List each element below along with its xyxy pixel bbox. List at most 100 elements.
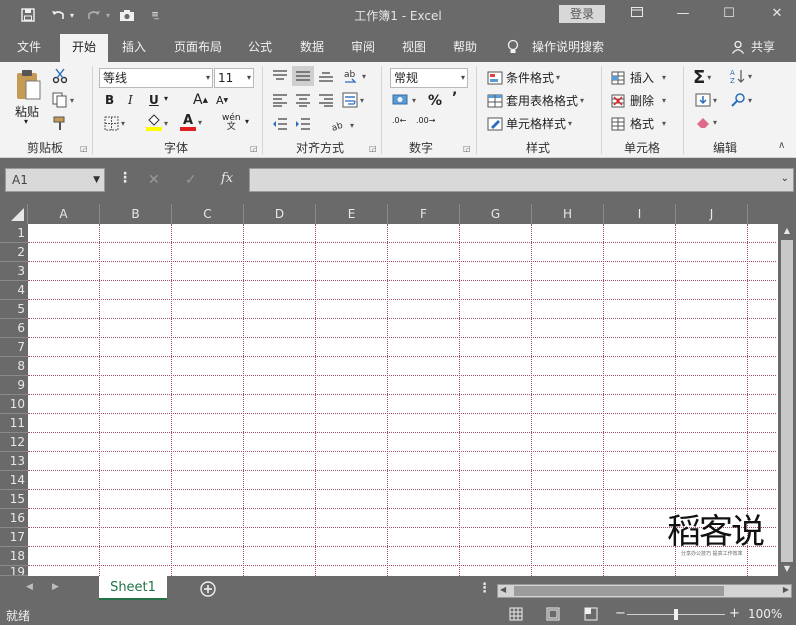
zoom-in-button[interactable]: +	[729, 606, 740, 621]
copy-icon[interactable]: ▾	[52, 92, 74, 108]
row-header[interactable]: 8	[0, 357, 28, 376]
row-header[interactable]: 10	[0, 395, 28, 414]
column-header-i[interactable]: I	[604, 204, 676, 224]
font-size-select[interactable]: 11 ▾	[214, 68, 254, 88]
collapse-ribbon-icon[interactable]: ∧	[778, 140, 785, 151]
scroll-down-icon[interactable]: ▼	[780, 564, 794, 576]
row-header[interactable]: 11	[0, 414, 28, 433]
fill-down-icon[interactable]: ▾	[695, 93, 717, 107]
tab-data[interactable]: 数据	[292, 34, 332, 62]
formula-input[interactable]: ⌄	[249, 168, 794, 192]
shrink-font-button[interactable]: A ▼	[216, 94, 228, 107]
tab-file[interactable]: 文件	[6, 34, 52, 62]
number-launcher-icon[interactable]: ◲	[463, 144, 471, 153]
comma-button[interactable]: ’	[452, 90, 457, 106]
zoom-level[interactable]: 100%	[748, 607, 782, 621]
fill-color-icon[interactable]: ▾	[146, 114, 168, 132]
number-format-select[interactable]: 常规 ▾	[390, 68, 468, 88]
maximize-icon[interactable]: ☐	[714, 4, 744, 24]
name-box[interactable]: A1 ▼	[5, 168, 105, 192]
zoom-out-button[interactable]: −	[615, 606, 626, 621]
font-launcher-icon[interactable]: ◲	[250, 144, 258, 153]
row-header[interactable]: 14	[0, 471, 28, 490]
orientation-icon[interactable]: ab ▾	[342, 67, 366, 85]
phonetic-icon[interactable]: wén 文	[222, 114, 241, 132]
scroll-left-icon[interactable]: ◀	[500, 585, 506, 594]
align-bottom-icon[interactable]	[318, 69, 334, 83]
close-icon[interactable]: ✕	[762, 4, 792, 24]
column-header-h[interactable]: H	[532, 204, 604, 224]
conditional-formatting-button[interactable]: 条件格式 ▾	[487, 69, 560, 86]
row-header[interactable]: 16	[0, 509, 28, 528]
cut-icon[interactable]	[52, 68, 68, 84]
horizontal-scroll-thumb[interactable]	[514, 586, 724, 596]
delete-cells-button[interactable]: 删除 ▾	[611, 92, 666, 109]
clipboard-launcher-icon[interactable]: ◲	[80, 144, 88, 153]
wrap-text-icon[interactable]: ▾	[342, 92, 364, 108]
row-header[interactable]: 18	[0, 547, 28, 566]
increase-indent-icon[interactable]	[295, 117, 311, 131]
align-middle-icon[interactable]	[292, 66, 314, 86]
zoom-slider-thumb[interactable]	[674, 609, 678, 620]
scroll-right-icon[interactable]: ▶	[783, 585, 789, 594]
row-header[interactable]: 4	[0, 281, 28, 300]
ribbon-display-options-icon[interactable]	[622, 4, 652, 24]
paste-dropdown-icon[interactable]: ▾	[24, 117, 28, 126]
insert-cells-button[interactable]: 插入 ▾	[611, 69, 666, 86]
row-header[interactable]: 1	[0, 224, 28, 243]
tab-view[interactable]: 视图	[394, 34, 434, 62]
format-as-table-button[interactable]: 套用表格格式 ▾	[487, 92, 584, 109]
row-header[interactable]: 2	[0, 243, 28, 262]
column-header-c[interactable]: C	[172, 204, 244, 224]
column-header-d[interactable]: D	[244, 204, 316, 224]
decrease-decimal-button[interactable]: .00→	[416, 116, 435, 125]
percent-button[interactable]: %	[428, 93, 442, 109]
column-header-j[interactable]: J	[676, 204, 748, 224]
column-header-b[interactable]: B	[100, 204, 172, 224]
prev-sheet-icon[interactable]: ◀	[26, 582, 33, 592]
page-layout-view-icon[interactable]	[546, 607, 560, 624]
font-name-select[interactable]: 等线 ▾	[99, 68, 213, 88]
decrease-indent-icon[interactable]	[272, 117, 288, 131]
paste-icon[interactable]	[14, 68, 44, 102]
login-button[interactable]: 登录	[559, 5, 605, 23]
select-all-corner[interactable]	[0, 204, 28, 224]
underline-button[interactable]: U	[149, 93, 159, 107]
tab-formulas[interactable]: 公式	[240, 34, 280, 62]
normal-view-icon[interactable]	[509, 607, 523, 624]
increase-decimal-button[interactable]: .0←	[392, 116, 410, 125]
row-header[interactable]: 6	[0, 319, 28, 338]
tab-help[interactable]: 帮助	[445, 34, 485, 62]
row-header[interactable]: 12	[0, 433, 28, 452]
clear-icon[interactable]: ▾	[695, 116, 717, 128]
italic-button[interactable]: I	[128, 93, 133, 107]
row-header[interactable]: 3	[0, 262, 28, 281]
orientation-text-icon[interactable]: ab ▾	[330, 117, 354, 134]
next-sheet-icon[interactable]: ▶	[52, 582, 59, 592]
enter-icon[interactable]: ✓	[185, 172, 197, 188]
autosum-icon[interactable]: Σ ▾	[693, 67, 711, 88]
find-select-icon[interactable]: ▾	[730, 93, 752, 107]
row-header[interactable]: 5	[0, 300, 28, 319]
row-header[interactable]: 17	[0, 528, 28, 547]
sort-filter-icon[interactable]: A Z ▾	[730, 68, 752, 84]
align-left-icon[interactable]	[272, 93, 288, 107]
horizontal-scrollbar[interactable]: ◀ ▶	[497, 584, 792, 598]
cancel-icon[interactable]: ✕	[148, 172, 160, 188]
row-header[interactable]: 9	[0, 376, 28, 395]
alignment-launcher-icon[interactable]: ◲	[369, 144, 377, 153]
phonetic-dropdown-icon[interactable]: ▾	[245, 117, 249, 126]
column-header-a[interactable]: A	[28, 204, 100, 224]
tab-review[interactable]: 审阅	[343, 34, 383, 62]
align-top-icon[interactable]	[272, 69, 288, 83]
vertical-scroll-thumb[interactable]	[781, 240, 793, 562]
insert-function-icon[interactable]: fx	[221, 171, 233, 186]
formula-bar-options-icon[interactable]: ⋮	[118, 170, 132, 186]
borders-icon[interactable]: ▾	[104, 116, 125, 131]
format-painter-icon[interactable]	[52, 115, 68, 131]
name-box-dropdown-icon[interactable]: ▼	[93, 169, 100, 191]
align-center-icon[interactable]	[295, 93, 311, 107]
cell-styles-button[interactable]: 单元格样式 ▾	[487, 115, 572, 132]
align-right-icon[interactable]	[318, 93, 334, 107]
worksheet-grid[interactable]: A B C D E F G H I J 1 2 3 4 5 6 7 8 9 10…	[0, 204, 796, 576]
